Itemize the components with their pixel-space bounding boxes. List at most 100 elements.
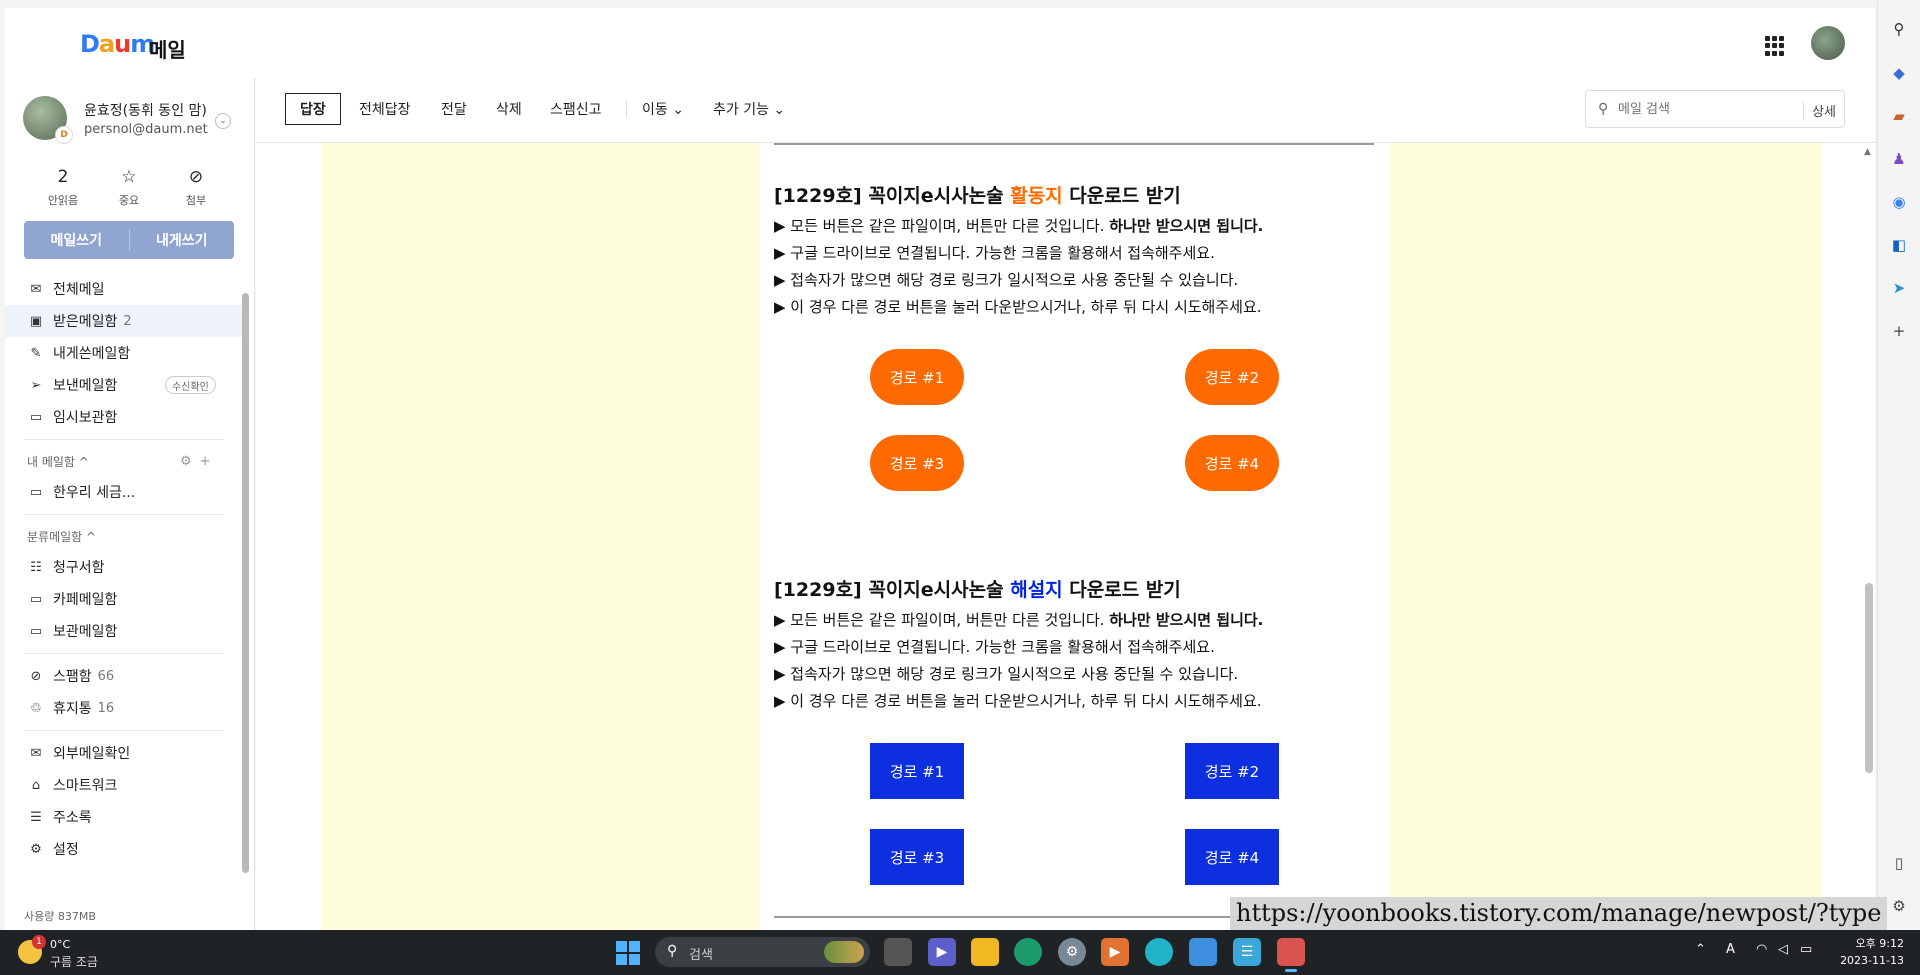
mail-app: Daum 메일 ⚲ ◆ ▰ ♟ ◉ ◧ ➤ + ▯ ⚙ D 윤효정(동휘 동인 … <box>0 0 1920 975</box>
taskbar-search[interactable]: ⚲ 검색 <box>655 937 870 967</box>
sidebar-item-drafts[interactable]: ▭ 임시보관함 <box>5 401 243 433</box>
more-actions-dropdown[interactable]: 추가 기능 ⌄ <box>713 93 785 125</box>
chevron-up-icon[interactable]: ⌃ <box>1695 942 1706 957</box>
sidebar-item-all[interactable]: ✉ 전체메일 <box>5 273 243 305</box>
chevron-down-icon[interactable]: ⌄ <box>215 113 231 129</box>
settings-icon[interactable]: ⚙ <box>1058 938 1086 966</box>
search-highlight-icon <box>824 941 864 963</box>
sidebar-item-cafe[interactable]: ▭ 카페메일함 <box>5 583 243 615</box>
reply-button[interactable]: 답장 <box>285 93 341 125</box>
paperclip-icon: ⊘ <box>188 167 204 187</box>
starred-label: 중요 <box>118 194 140 207</box>
toolbar-divider <box>626 101 627 118</box>
sidebar-toggle-icon[interactable]: ▯ <box>1888 852 1910 874</box>
office-icon[interactable]: ◉ <box>1888 191 1910 213</box>
folder-list: ✉ 전체메일 ▣ 받은메일함 2 ✎ 내게쓴메일함 ➢ 보낸메일함 수신확인 ▭ 임시보관함 … <box>5 273 243 865</box>
advanced-search-button[interactable]: 상세 <box>1803 101 1836 120</box>
inbox-count: 2 <box>123 313 132 329</box>
attachments-label: 첨부 <box>185 194 207 207</box>
search-icon[interactable]: ⚲ <box>1888 18 1910 40</box>
apps-grid-icon[interactable] <box>1765 36 1785 56</box>
file-explorer-icon[interactable] <box>971 938 999 966</box>
media-player-icon[interactable]: ▶ <box>1101 938 1129 966</box>
quick-attachments[interactable]: ⊘ 첨부 <box>166 166 226 208</box>
answer-link-1[interactable]: 경로 #1 <box>870 743 964 799</box>
input-language[interactable]: A <box>1726 942 1735 957</box>
toolbox-icon[interactable]: ▰ <box>1888 105 1910 127</box>
report-spam-button[interactable]: 스팸신고 <box>550 93 602 125</box>
windows-taskbar: 1 0°C 구름 조금 ⚲ 검색 ▶ ⚙ ▶ ☰ ⌃ A ◠ ◁ ▭ 오후 9:… <box>0 930 1920 975</box>
notepad-icon[interactable]: ☰ <box>1233 938 1261 966</box>
start-button[interactable] <box>616 941 640 965</box>
content-scrollbar[interactable]: ▲ <box>1862 143 1875 930</box>
daum-logo[interactable]: Daum <box>80 30 155 58</box>
paper-plane-icon: ➢ <box>30 377 42 393</box>
mail-search: ⚲ 상세 <box>1585 90 1845 128</box>
read-receipt-pill[interactable]: 수신확인 <box>165 376 216 394</box>
delete-button[interactable]: 삭제 <box>496 93 522 125</box>
add-icon[interactable]: + <box>1888 320 1910 342</box>
worksheet-link-4[interactable]: 경로 #4 <box>1185 435 1279 491</box>
send-icon[interactable]: ➤ <box>1888 277 1910 299</box>
task-view-icon[interactable] <box>884 938 912 966</box>
content-scroll-thumb[interactable] <box>1865 583 1873 773</box>
edge-icon[interactable] <box>1014 938 1042 966</box>
sidebar-item-inbox[interactable]: ▣ 받은메일함 2 <box>5 305 243 337</box>
sidebar-item-sent[interactable]: ➢ 보낸메일함 수신확인 <box>5 369 243 401</box>
divider <box>25 439 223 440</box>
horizontal-rule <box>774 143 1374 145</box>
browser-icon[interactable] <box>1145 938 1173 966</box>
tag-icon[interactable]: ◆ <box>1888 62 1910 84</box>
snipping-tool-icon[interactable] <box>1277 938 1305 972</box>
sidebar-item-contacts[interactable]: ☰ 주소록 <box>5 801 243 833</box>
reply-all-button[interactable]: 전체답장 <box>359 93 411 125</box>
worksheet-link-1[interactable]: 경로 #1 <box>870 349 964 405</box>
sidebar-item-archive[interactable]: ▭ 보관메일함 <box>5 615 243 647</box>
clock[interactable]: 오후 9:12 2023-11-13 <box>1834 935 1904 969</box>
sidebar-item-to-self[interactable]: ✎ 내게쓴메일함 <box>5 337 243 369</box>
edge-sidebar: ⚲ ◆ ▰ ♟ ◉ ◧ ➤ + ▯ ⚙ <box>1877 0 1920 930</box>
compose-button[interactable]: 메일쓰기 <box>24 221 129 259</box>
outlook-icon[interactable]: ◧ <box>1888 234 1910 256</box>
answer-link-3[interactable]: 경로 #3 <box>870 829 964 885</box>
account-avatar[interactable] <box>1811 26 1845 60</box>
storage-usage: 사용량 837MB <box>24 910 96 923</box>
gear-icon[interactable]: ⚙ <box>1888 895 1910 917</box>
notification-badge: 1 <box>32 935 46 949</box>
sidebar-scrollbar[interactable] <box>242 283 249 878</box>
forward-button[interactable]: 전달 <box>441 93 467 125</box>
worksheet-link-3[interactable]: 경로 #3 <box>870 435 964 491</box>
search-input[interactable] <box>1618 99 1788 119</box>
category-header[interactable]: 분류메일함 ^ <box>5 521 243 551</box>
mail-content: [1229호] 꼭이지e시사논술 활동지 다운로드 받기 ▶ 모든 버튼은 같은… <box>256 143 1875 930</box>
people-icon[interactable]: ♟ <box>1888 148 1910 170</box>
weather-desc: 구름 조금 <box>50 955 98 969</box>
battery-icon[interactable]: ▭ <box>1800 942 1812 957</box>
app-icon[interactable] <box>1189 938 1217 966</box>
sidebar-item-smartwork[interactable]: ⌂ 스마트워크 <box>5 769 243 801</box>
wifi-icon[interactable]: ◠ <box>1756 942 1767 957</box>
briefcase-icon: ⌂ <box>31 777 41 793</box>
answer-link-2[interactable]: 경로 #2 <box>1185 743 1279 799</box>
sidebar-item-external[interactable]: ✉ 외부메일확인 <box>5 737 243 769</box>
move-dropdown[interactable]: 이동 ⌄ <box>642 93 684 125</box>
sidebar-scroll-thumb[interactable] <box>242 293 249 873</box>
scroll-up-icon[interactable]: ▲ <box>1864 147 1871 157</box>
quick-starred[interactable]: ☆ 중요 <box>99 166 159 208</box>
volume-icon[interactable]: ◁ <box>1778 942 1788 957</box>
sidebar-item-bills[interactable]: ☷ 청구서함 <box>5 551 243 583</box>
worksheet-link-2[interactable]: 경로 #2 <box>1185 349 1279 405</box>
my-folders-header[interactable]: 내 메일함 ^ ⚙+ <box>5 446 243 476</box>
sidebar-item-spam[interactable]: ⊘ 스팸함 66 <box>5 660 243 692</box>
quick-unread[interactable]: 2 안읽음 <box>33 166 93 208</box>
sidebar-item-settings[interactable]: ⚙ 설정 <box>5 833 243 865</box>
teams-icon[interactable]: ▶ <box>928 938 956 966</box>
folder-icon: ▭ <box>29 591 43 607</box>
answer-link-4[interactable]: 경로 #4 <box>1185 829 1279 885</box>
top-bar: Daum 메일 <box>5 8 1875 78</box>
taskbar-search-label: 검색 <box>689 948 713 963</box>
write-to-self-button[interactable]: 내게쓰기 <box>130 221 235 259</box>
folder-tools[interactable]: ⚙+ <box>180 454 219 469</box>
sidebar-item-trash[interactable]: ♲ 휴지통 16 <box>5 692 243 724</box>
sidebar-item-folder[interactable]: ▭ 한우리 세금... <box>5 476 243 508</box>
